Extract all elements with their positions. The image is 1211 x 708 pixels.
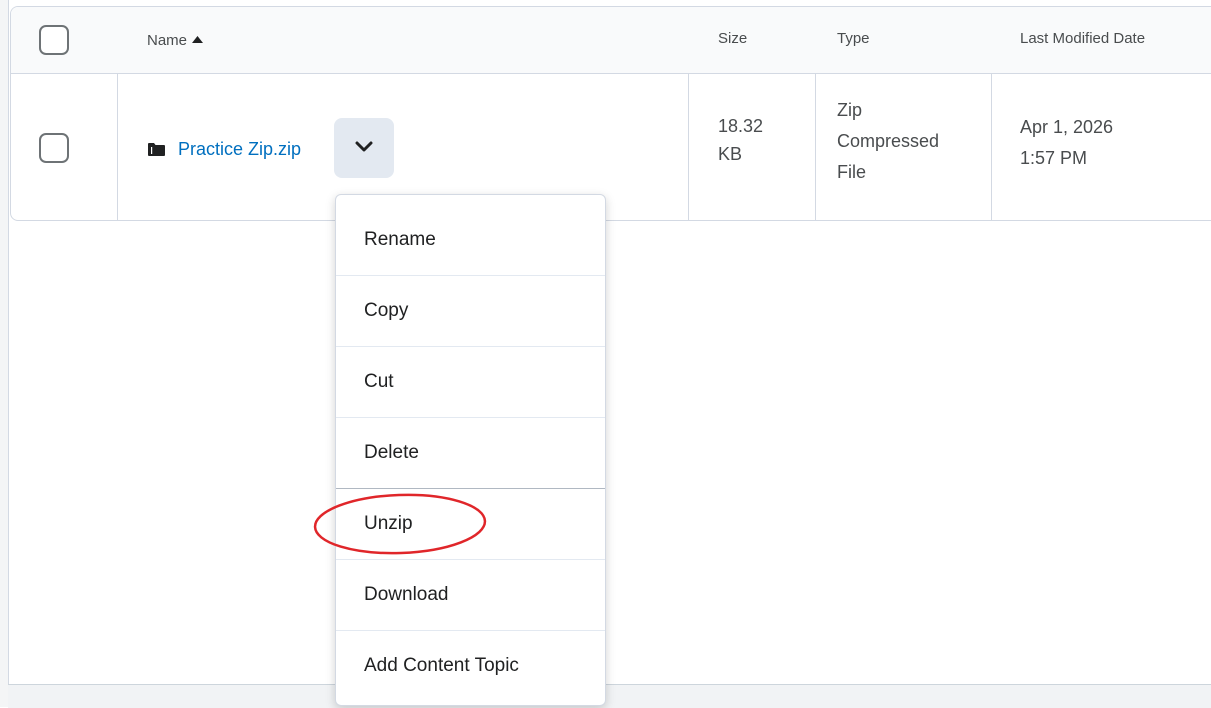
menu-item-label: Cut <box>364 370 394 392</box>
select-all-checkbox[interactable] <box>39 25 69 55</box>
size-column-header[interactable]: Size <box>718 30 747 47</box>
file-type-line: File <box>837 162 867 182</box>
menu-item-download[interactable]: Download <box>336 559 605 631</box>
type-column-header[interactable]: Type <box>837 30 870 47</box>
row-select-checkbox[interactable] <box>39 133 69 163</box>
bottom-scroll-area <box>8 684 1211 708</box>
file-time: 1:57 PM <box>1020 148 1088 168</box>
menu-item-label: Copy <box>364 299 409 321</box>
file-actions-dropdown: Rename Copy Cut Delete Unzip Download Ad… <box>335 194 606 706</box>
file-size: 18.32 KB <box>718 112 763 168</box>
menu-item-delete[interactable]: Delete <box>336 417 605 489</box>
table-header-row: Name Size Type Last Modified Date <box>11 7 1211 74</box>
file-type: Zip Compressed File <box>837 95 939 188</box>
menu-item-label: Unzip <box>364 512 413 534</box>
folder-icon <box>148 143 165 161</box>
file-actions-menu-button[interactable] <box>334 118 394 178</box>
file-name-link[interactable]: Practice Zip.zip <box>178 139 301 160</box>
menu-item-copy[interactable]: Copy <box>336 275 605 347</box>
name-column-header[interactable]: Name <box>147 30 204 49</box>
file-date: Apr 1, 2026 <box>1020 117 1114 137</box>
chevron-down-icon <box>355 141 373 152</box>
menu-item-label: Download <box>364 583 449 605</box>
file-modified-date: Apr 1, 2026 1:57 PM <box>1020 112 1113 174</box>
file-type-line: Compressed <box>837 131 940 151</box>
menu-item-add-content-topic[interactable]: Add Content Topic <box>336 630 605 701</box>
file-size-value: 18.32 <box>718 116 764 136</box>
menu-item-cut[interactable]: Cut <box>336 346 605 418</box>
caret-up-icon <box>192 30 204 47</box>
modified-column-header[interactable]: Last Modified Date <box>1020 30 1145 47</box>
file-table: Name Size Type Last Modified Date Practi… <box>10 6 1211 221</box>
name-column-label: Name <box>147 32 188 49</box>
left-rail <box>0 0 9 707</box>
menu-item-unzip[interactable]: Unzip <box>336 488 605 560</box>
file-size-unit: KB <box>718 144 743 164</box>
menu-item-rename[interactable]: Rename <box>336 204 605 276</box>
menu-item-label: Add Content Topic <box>364 654 519 676</box>
menu-item-label: Rename <box>364 228 436 250</box>
menu-item-label: Delete <box>364 441 419 463</box>
table-row: Practice Zip.zip 18.32 KB Zip Compressed… <box>11 73 1211 220</box>
file-type-line: Zip <box>837 100 863 120</box>
